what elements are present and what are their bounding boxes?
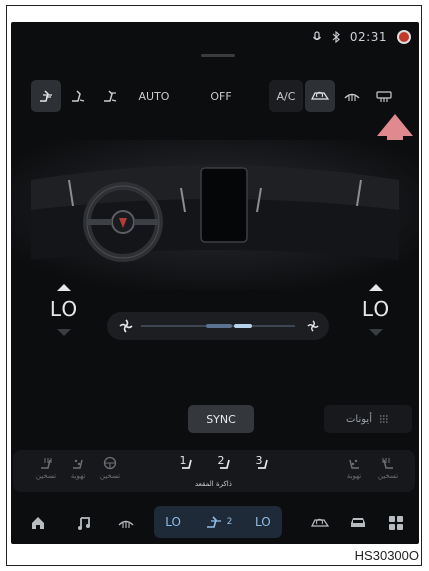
- recirculation-icon: [311, 518, 330, 527]
- airflow-feet-icon: [72, 90, 85, 102]
- left-temp-control: LO: [29, 284, 99, 336]
- sync-button[interactable]: SYNC: [188, 405, 254, 433]
- seat-heat-icon: [41, 458, 52, 469]
- car-dashboard-illustration: [11, 140, 419, 290]
- airflow-face-button[interactable]: [31, 80, 61, 112]
- wheel-heat-label: تسخين: [99, 472, 121, 480]
- off-button[interactable]: OFF: [203, 80, 239, 112]
- dock-climate-icon: 2: [204, 514, 233, 530]
- right-seat-vent-label: تهوية: [346, 472, 362, 480]
- seat-memory-3-button[interactable]: 3: [249, 454, 279, 472]
- climate-screen: 02:31 AUTO OFF A/C LO LO SYNC أيونات تسخ…: [11, 22, 419, 544]
- fan-level-fill: [205, 324, 232, 328]
- clock: 02:31: [349, 30, 387, 44]
- recirculation-icon: [311, 91, 330, 100]
- home-icon: [32, 517, 44, 529]
- airflow-group: [31, 80, 125, 112]
- mic-icon: [312, 31, 321, 41]
- mode-group: A/C: [269, 80, 399, 112]
- defrost-icon: [118, 520, 134, 528]
- front-defrost-button[interactable]: [337, 80, 367, 112]
- right-temp-up-button[interactable]: [369, 284, 383, 291]
- airflow-person-icon: [206, 516, 221, 528]
- dock-car-button[interactable]: [345, 510, 371, 536]
- fan-level-knob[interactable]: [233, 324, 252, 328]
- seat-memory-label: ذاكرة المقعد: [195, 480, 232, 488]
- seat-controls-bar: تسخين تهوية تسخين 1 2 3 ذاكرة المقعد تهو…: [13, 450, 415, 492]
- status-bar: 02:31: [312, 22, 419, 52]
- left-seat-vent-button[interactable]: تهوية: [63, 454, 93, 480]
- right-seat-heat-button[interactable]: تسخين: [373, 454, 403, 480]
- record-icon[interactable]: [397, 30, 411, 44]
- front-defrost-icon: [344, 93, 360, 101]
- airflow-face-feet-icon: [104, 90, 117, 102]
- wheel-heat-button[interactable]: تسخين: [95, 454, 125, 480]
- dock-climate-panel[interactable]: LO 2 LO: [154, 506, 282, 538]
- left-temp-down-button[interactable]: [57, 329, 71, 336]
- airflow-face-icon: [40, 90, 52, 102]
- seat-heat-icon: [382, 458, 393, 469]
- dock-home-button[interactable]: [25, 510, 51, 536]
- auto-button[interactable]: AUTO: [135, 80, 173, 112]
- fan-speed-slider[interactable]: [107, 312, 329, 340]
- dock-music-button[interactable]: [71, 510, 97, 536]
- dock-recirculation-button[interactable]: [307, 510, 333, 536]
- music-icon: [78, 517, 90, 530]
- ionizer-button[interactable]: أيونات: [324, 405, 412, 433]
- seat-memory-1-number: 1: [179, 453, 187, 467]
- seat-memory-2-button[interactable]: 2: [211, 454, 241, 472]
- right-temp-value: LO: [361, 297, 391, 321]
- dock-left-temp: LO: [165, 515, 181, 529]
- left-temp-up-button[interactable]: [57, 284, 71, 291]
- fan-high-icon: [307, 320, 319, 332]
- rear-defrost-icon: [376, 91, 392, 102]
- airflow-feet-button[interactable]: [63, 80, 93, 112]
- left-temp-value: LO: [49, 297, 79, 321]
- dock-right-temp: LO: [254, 515, 271, 529]
- dock-apps-button[interactable]: [383, 510, 409, 536]
- right-seat-vent-button[interactable]: تهوية: [339, 454, 369, 480]
- figure-code: HS30300O: [354, 548, 419, 563]
- seat-vent-icon: [349, 459, 359, 469]
- ionizer-icon: [379, 415, 388, 423]
- dock-fan-badge: 2: [226, 517, 233, 527]
- ac-button[interactable]: A/C: [269, 80, 303, 112]
- rear-defrost-button[interactable]: [369, 80, 399, 112]
- left-seat-heat-label: تسخين: [35, 472, 57, 480]
- apps-grid-icon: [389, 516, 403, 530]
- right-seat-heat-label: تسخين: [377, 472, 399, 480]
- left-seat-heat-button[interactable]: تسخين: [31, 454, 61, 480]
- airflow-face-feet-button[interactable]: [95, 80, 125, 112]
- car-icon: [351, 518, 365, 527]
- bottom-dock: LO 2 LO: [11, 504, 419, 544]
- bluetooth-icon: [332, 31, 340, 43]
- climate-toolbar: AUTO OFF A/C: [11, 80, 419, 114]
- drag-handle[interactable]: [201, 54, 235, 57]
- right-temp-down-button[interactable]: [369, 329, 383, 336]
- seat-memory-1-button[interactable]: 1: [173, 454, 203, 472]
- left-seat-vent-label: تهوية: [70, 472, 86, 480]
- right-temp-control: LO: [341, 284, 411, 336]
- recirculation-button[interactable]: [305, 80, 335, 112]
- seat-vent-icon: [73, 459, 83, 469]
- ionizer-label: أيونات: [346, 413, 372, 425]
- steering-wheel-heat-icon: [103, 456, 117, 470]
- fan-low-icon: [119, 319, 133, 333]
- seat-memory-3-number: 3: [255, 453, 263, 467]
- seat-memory-2-number: 2: [217, 453, 225, 467]
- dock-defrost-button[interactable]: [113, 510, 139, 536]
